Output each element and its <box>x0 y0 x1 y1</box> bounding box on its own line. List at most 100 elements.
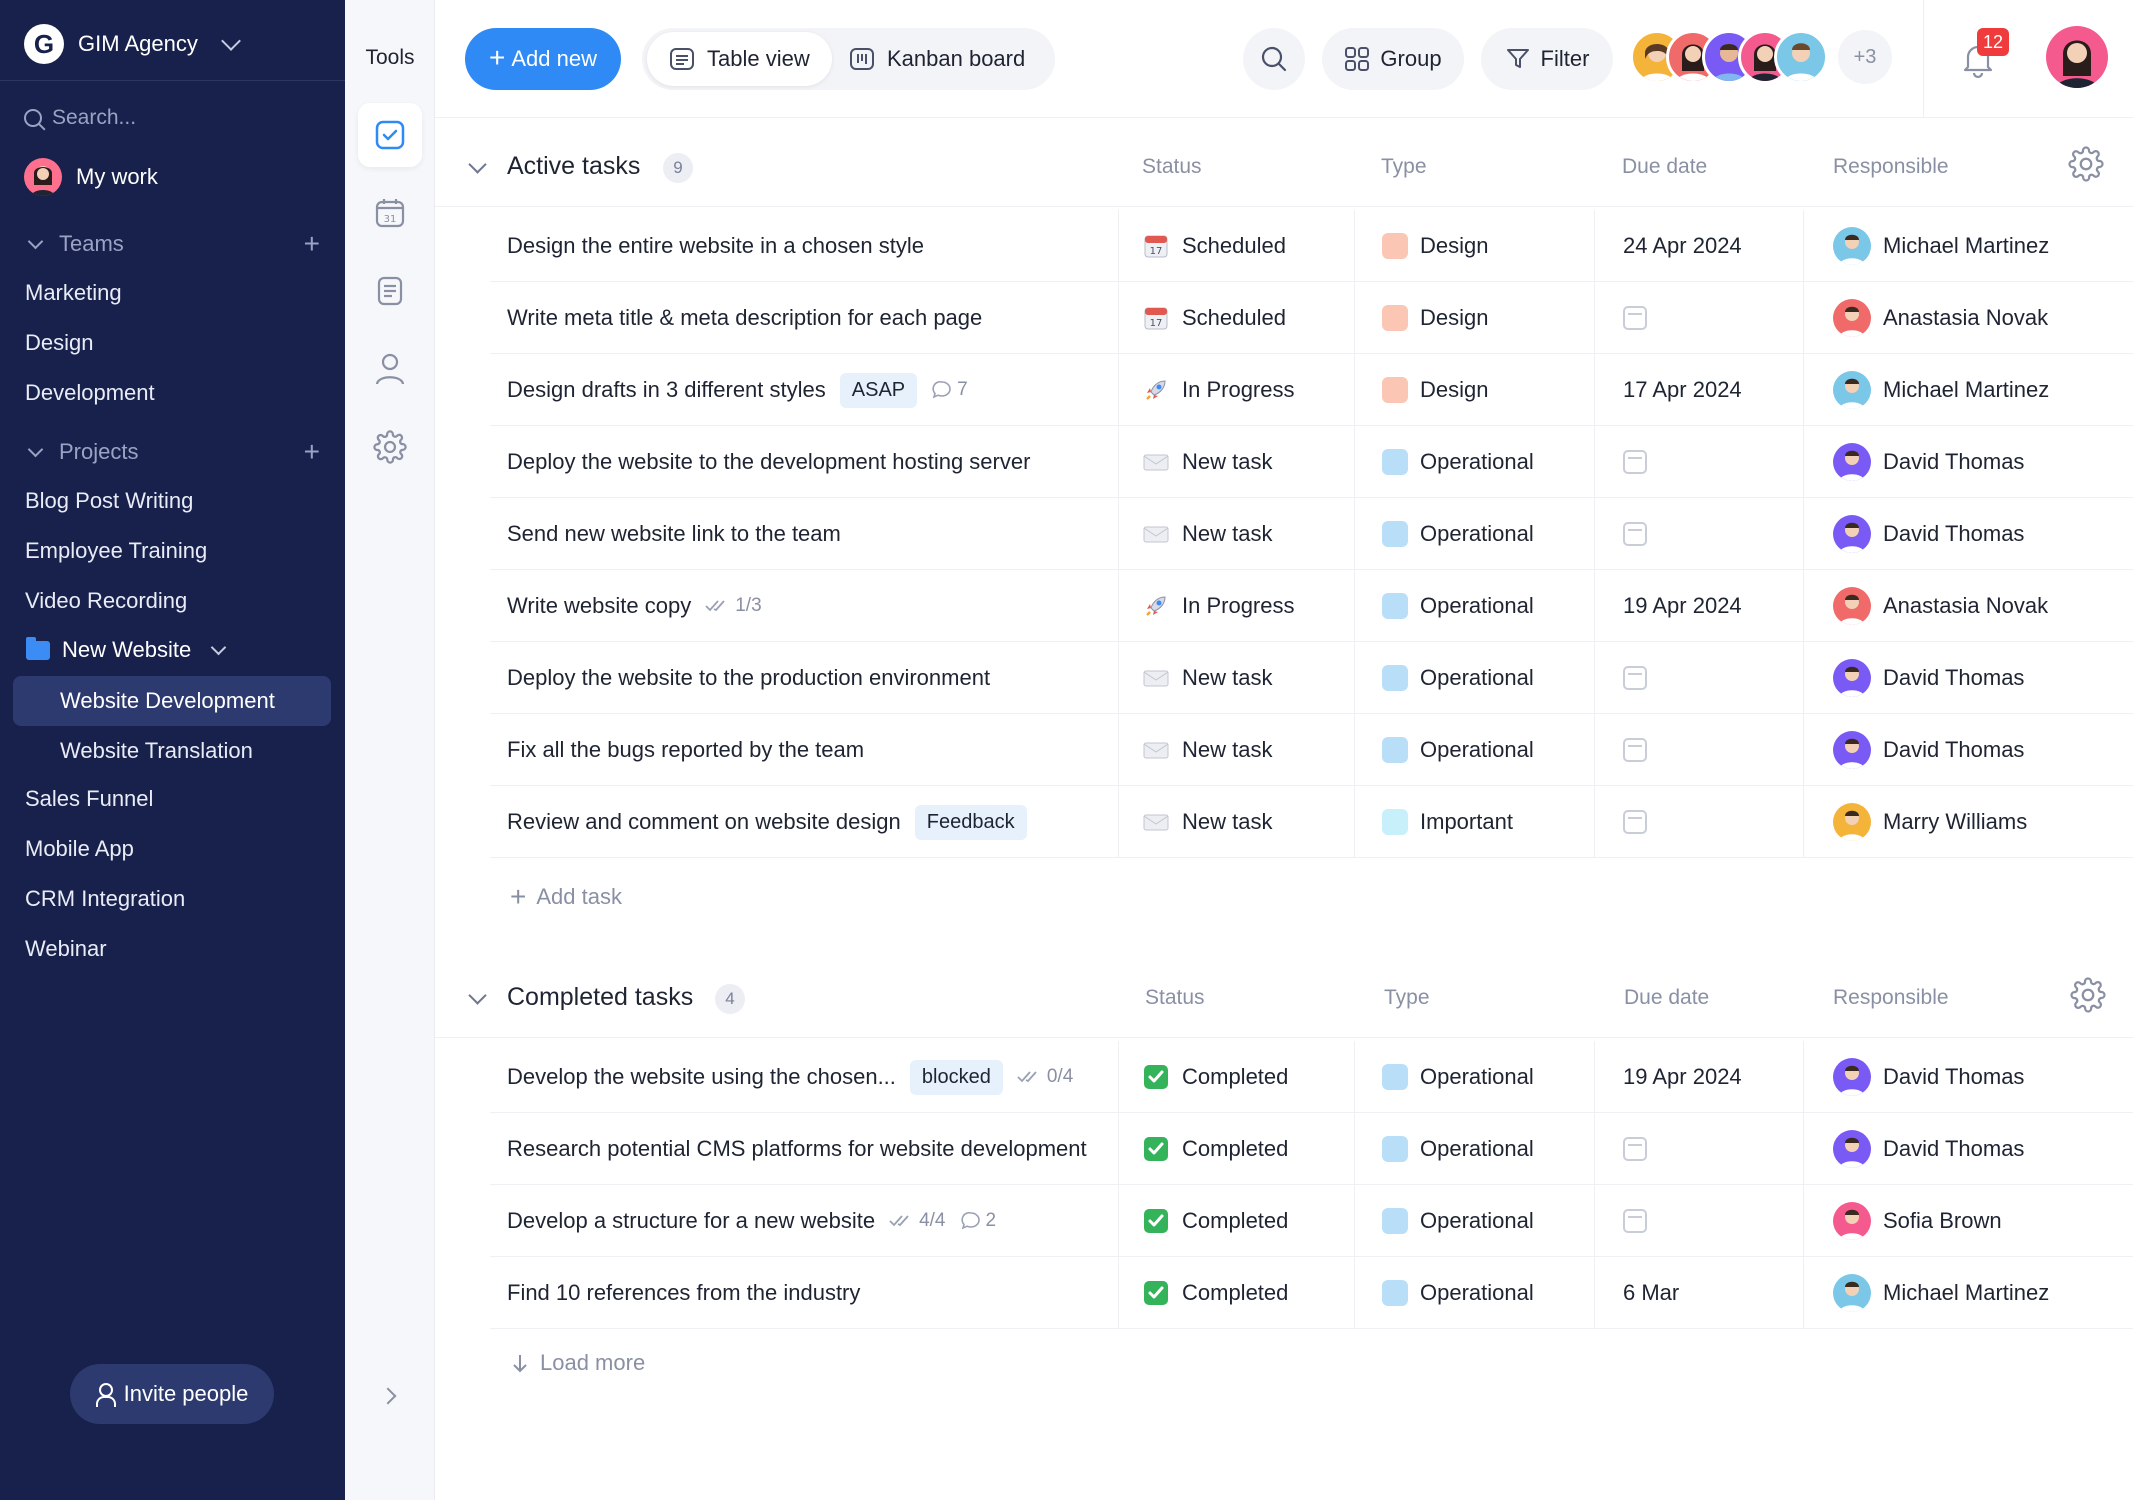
add-project-icon[interactable]: + <box>304 438 320 466</box>
type-cell[interactable]: Operational <box>1382 1185 1534 1257</box>
more-members-badge[interactable]: +3 <box>1838 30 1892 84</box>
task-tag[interactable]: blocked <box>909 1059 1003 1095</box>
tool-calendar[interactable]: 31 <box>358 181 422 245</box>
type-cell[interactable]: Operational <box>1382 714 1534 786</box>
sidebar-search[interactable]: Search... <box>24 106 136 130</box>
sidebar-item-design[interactable]: Design <box>25 330 93 356</box>
task-name-cell[interactable]: Review and comment on website design Feed… <box>507 786 1107 858</box>
add-team-icon[interactable]: + <box>304 230 320 258</box>
type-cell[interactable]: Operational <box>1382 1257 1534 1329</box>
type-cell[interactable]: Operational <box>1382 642 1534 714</box>
task-name-cell[interactable]: Design drafts in 3 different styles ASAP 7 <box>507 354 1107 426</box>
due-date-cell[interactable] <box>1623 426 1647 498</box>
sidebar-item-sales-funnel[interactable]: Sales Funnel <box>25 786 153 812</box>
table-row[interactable]: Write website copy 1/3 In Progress Operatio… <box>490 570 2133 642</box>
type-cell[interactable]: Design <box>1382 210 1488 282</box>
task-name-cell[interactable]: Develop the website using the chosen... b… <box>507 1041 1107 1113</box>
due-date-cell[interactable] <box>1623 282 1647 354</box>
projects-section-header[interactable]: Projects + <box>24 438 320 466</box>
table-row[interactable]: Find 10 references from the industry Comp… <box>490 1257 2133 1329</box>
table-row[interactable]: Fix all the bugs reported by the team New… <box>490 714 2133 786</box>
column-header-due-date[interactable]: Due date <box>1624 986 1709 1010</box>
sidebar-item-webinar[interactable]: Webinar <box>25 936 107 962</box>
add-task-button[interactable]: + Add task <box>510 881 622 913</box>
task-name[interactable]: Write meta title & meta description for … <box>507 305 982 331</box>
responsible-cell[interactable]: David Thomas <box>1833 426 2024 498</box>
task-name-cell[interactable]: Fix all the bugs reported by the team <box>507 714 1107 786</box>
task-name[interactable]: Find 10 references from the industry <box>507 1280 860 1306</box>
responsible-cell[interactable]: David Thomas <box>1833 714 2024 786</box>
due-date-cell[interactable]: 24 Apr 2024 <box>1623 210 1742 282</box>
task-tag[interactable]: ASAP <box>839 372 918 408</box>
table-row[interactable]: Design drafts in 3 different styles ASAP 7… <box>490 354 2133 426</box>
due-date-cell[interactable] <box>1623 786 1647 858</box>
gear-icon[interactable] <box>2070 977 2106 1013</box>
column-header-responsible[interactable]: Responsible <box>1833 155 1949 179</box>
responsible-cell[interactable]: Anastasia Novak <box>1833 282 2048 354</box>
group-button[interactable]: Group <box>1322 28 1464 90</box>
responsible-cell[interactable]: David Thomas <box>1833 498 2024 570</box>
status-cell[interactable]: Completed <box>1142 1185 1288 1257</box>
calendar-icon[interactable] <box>1623 666 1647 690</box>
calendar-icon[interactable] <box>1623 738 1647 762</box>
type-cell[interactable]: Design <box>1382 282 1488 354</box>
tool-settings[interactable] <box>358 415 422 479</box>
task-name[interactable]: Write website copy <box>507 593 691 619</box>
table-view-tab[interactable]: Table view <box>647 32 832 86</box>
column-header-due-date[interactable]: Due date <box>1622 155 1707 179</box>
workspace-switcher[interactable]: G GIM Agency <box>24 24 241 64</box>
table-row[interactable]: Write meta title & meta description for … <box>490 282 2133 354</box>
task-name[interactable]: Research potential CMS platforms for web… <box>507 1136 1087 1162</box>
status-cell[interactable]: New task <box>1142 426 1272 498</box>
status-cell[interactable]: Completed <box>1142 1257 1288 1329</box>
task-name-cell[interactable]: Write meta title & meta description for … <box>507 282 1107 354</box>
table-row[interactable]: Review and comment on website design Feed… <box>490 786 2133 858</box>
task-name[interactable]: Design the entire website in a chosen st… <box>507 233 924 259</box>
calendar-icon[interactable] <box>1623 522 1647 546</box>
sidebar-item-website-translation[interactable]: Website Translation <box>13 726 331 776</box>
status-cell[interactable]: New task <box>1142 714 1272 786</box>
table-row[interactable]: Deploy the website to the development ho… <box>490 426 2133 498</box>
column-header-responsible[interactable]: Responsible <box>1833 986 1949 1010</box>
status-cell[interactable]: Completed <box>1142 1113 1288 1185</box>
table-row[interactable]: Send new website link to the team New tas… <box>490 498 2133 570</box>
task-name-cell[interactable]: Find 10 references from the industry <box>507 1257 1107 1329</box>
sidebar-item-marketing[interactable]: Marketing <box>25 280 122 306</box>
task-name[interactable]: Deploy the website to the development ho… <box>507 449 1030 475</box>
responsible-cell[interactable]: Michael Martinez <box>1833 210 2049 282</box>
calendar-icon[interactable] <box>1623 1209 1647 1233</box>
type-cell[interactable]: Operational <box>1382 426 1534 498</box>
task-name[interactable]: Send new website link to the team <box>507 521 841 547</box>
gear-icon[interactable] <box>2068 146 2104 182</box>
status-cell[interactable]: In Progress <box>1142 354 1295 426</box>
calendar-icon[interactable] <box>1623 1137 1647 1161</box>
responsible-cell[interactable]: David Thomas <box>1833 1041 2024 1113</box>
user-avatar[interactable] <box>2046 26 2108 88</box>
due-date-cell[interactable]: 17 Apr 2024 <box>1623 354 1742 426</box>
task-name-cell[interactable]: Send new website link to the team <box>507 498 1107 570</box>
sidebar-item-crm-integration[interactable]: CRM Integration <box>25 886 185 912</box>
search-button[interactable] <box>1243 28 1305 90</box>
responsible-cell[interactable]: Michael Martinez <box>1833 1257 2049 1329</box>
table-row[interactable]: Design the entire website in a chosen st… <box>490 210 2133 282</box>
due-date-cell[interactable] <box>1623 714 1647 786</box>
filter-button[interactable]: Filter <box>1481 28 1613 90</box>
column-header-type[interactable]: Type <box>1381 155 1427 179</box>
task-name-cell[interactable]: Research potential CMS platforms for web… <box>507 1113 1107 1185</box>
task-name[interactable]: Develop the website using the chosen... <box>507 1064 896 1090</box>
calendar-icon[interactable] <box>1623 810 1647 834</box>
responsible-cell[interactable]: Michael Martinez <box>1833 354 2049 426</box>
calendar-icon[interactable] <box>1623 450 1647 474</box>
responsible-cell[interactable]: Marry Williams <box>1833 786 2027 858</box>
sidebar-item-employee-training[interactable]: Employee Training <box>25 538 207 564</box>
due-date-cell[interactable] <box>1623 1185 1647 1257</box>
task-name[interactable]: Review and comment on website design <box>507 809 901 835</box>
chevron-down-icon[interactable] <box>468 986 487 1005</box>
due-date-cell[interactable] <box>1623 498 1647 570</box>
column-header-type[interactable]: Type <box>1384 986 1430 1010</box>
status-cell[interactable]: New task <box>1142 642 1272 714</box>
table-row[interactable]: Develop a structure for a new website 4/4… <box>490 1185 2133 1257</box>
task-name[interactable]: Deploy the website to the production env… <box>507 665 990 691</box>
my-work-link[interactable]: My work <box>24 158 158 196</box>
tool-docs[interactable] <box>358 259 422 323</box>
